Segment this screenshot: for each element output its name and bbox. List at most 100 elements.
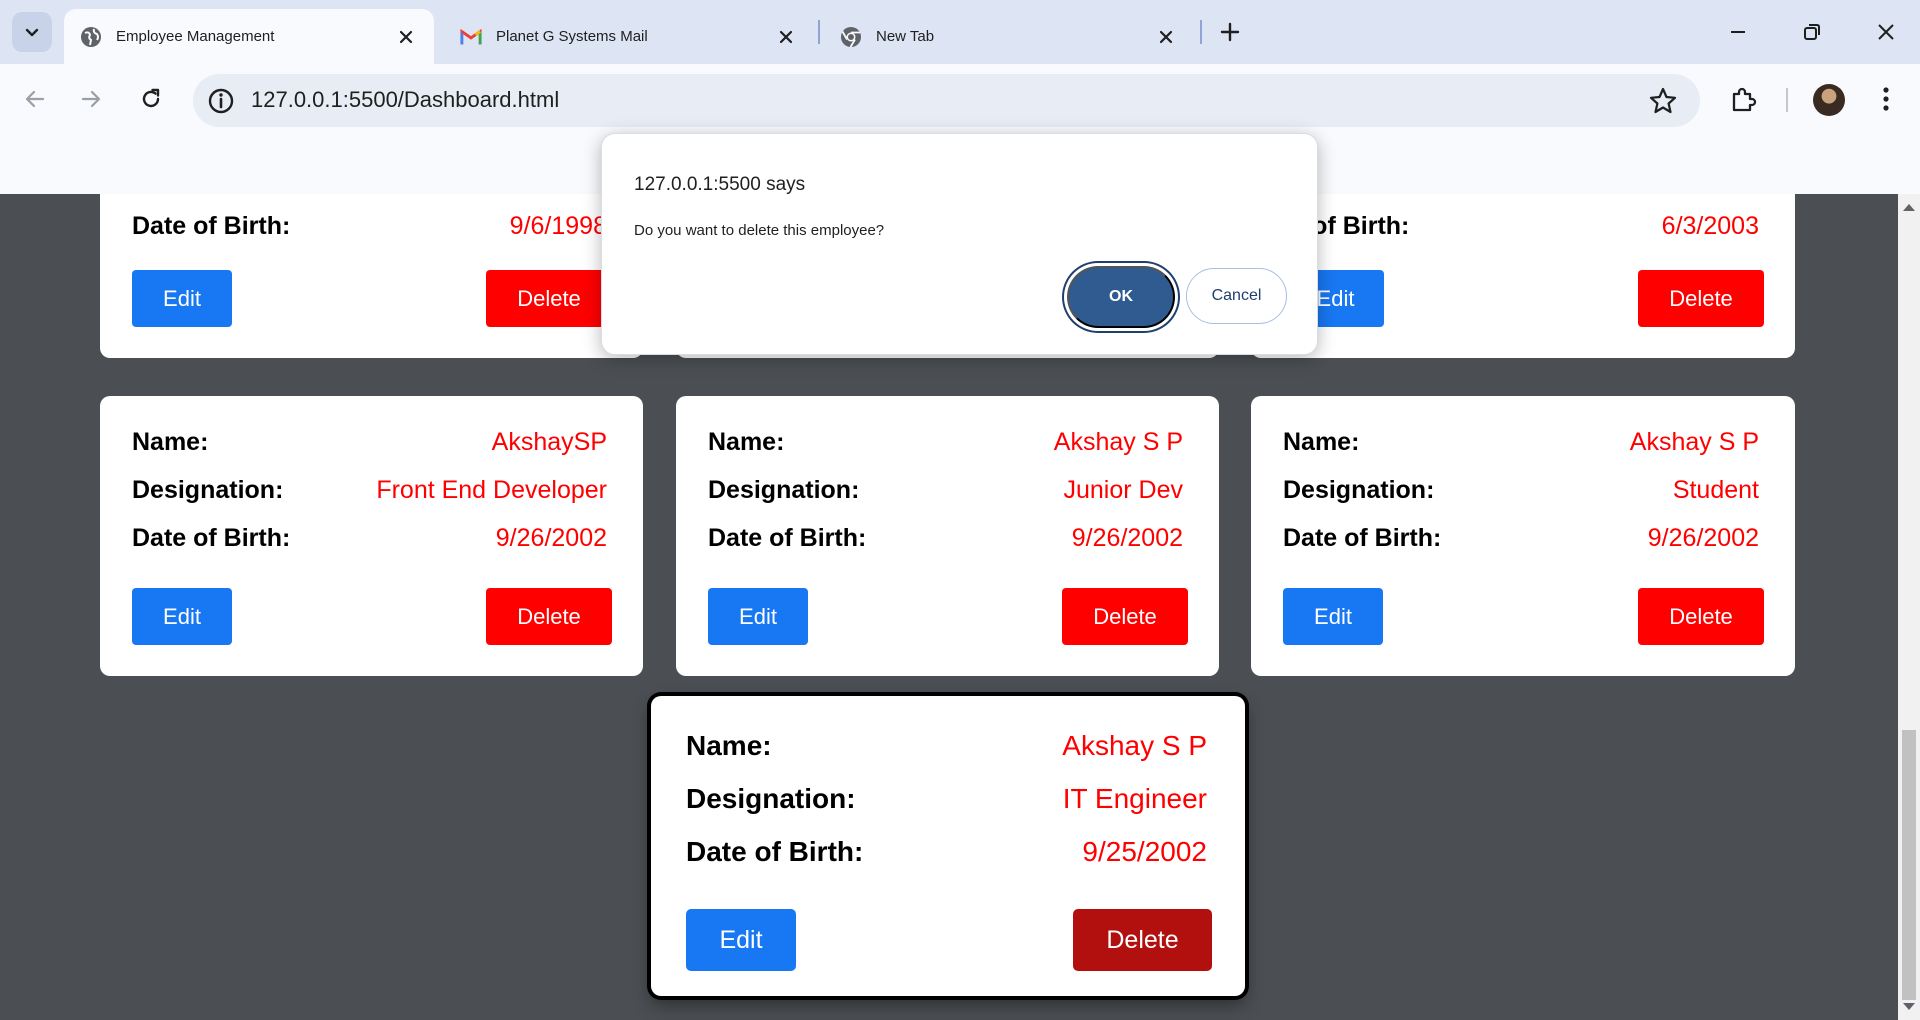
name-value: AkshaySP xyxy=(491,428,607,456)
tab-employee-management[interactable]: Employee Management xyxy=(64,9,434,64)
name-label: Name: xyxy=(132,428,209,456)
dob-row: Date of Birth: 9/26/2002 xyxy=(708,524,1183,553)
browser-toolbar: 127.0.0.1:5500/Dashboard.html xyxy=(0,64,1920,134)
extensions-button[interactable] xyxy=(1724,80,1762,118)
edit-button[interactable]: Edit xyxy=(686,909,796,971)
designation-row: Designation: IT Engineer xyxy=(686,783,1207,815)
name-value: Akshay S P xyxy=(1053,428,1183,456)
edit-button[interactable]: Edit xyxy=(1283,588,1383,645)
dob-value: 9/25/2002 xyxy=(1082,836,1207,867)
dialog-title: 127.0.0.1:5500 says xyxy=(634,174,806,195)
name-row: Name: Akshay S P xyxy=(686,730,1207,762)
name-value: Akshay S P xyxy=(1062,730,1207,761)
edit-button[interactable]: Edit xyxy=(708,588,808,645)
scroll-down-arrow-icon[interactable] xyxy=(1903,1003,1915,1010)
employee-card: te of Birth: 6/3/2003 Edit Delete xyxy=(1251,194,1795,358)
tab-strip: Employee Management Planet G Systems Mai… xyxy=(0,0,1920,64)
employee-card: Name: Akshay S P Designation: Student Da… xyxy=(1251,396,1795,676)
gmail-icon xyxy=(460,26,482,48)
tab-title: Employee Management xyxy=(116,28,275,45)
dob-row: Date of Birth: 9/26/2002 xyxy=(132,524,607,553)
designation-value: Junior Dev xyxy=(1063,476,1184,504)
designation-value: Student xyxy=(1672,476,1759,504)
reload-button[interactable] xyxy=(132,80,170,118)
chrome-icon xyxy=(840,26,862,48)
tab-title: Planet G Systems Mail xyxy=(496,28,648,45)
delete-button[interactable]: Delete xyxy=(1073,909,1212,971)
dob-value: 9/26/2002 xyxy=(1647,524,1759,552)
dialog-message: Do you want to delete this employee? xyxy=(634,222,885,239)
address-bar[interactable]: 127.0.0.1:5500/Dashboard.html xyxy=(193,74,1700,127)
name-label: Name: xyxy=(1283,428,1360,456)
scrollbar-thumb[interactable] xyxy=(1902,730,1916,1000)
forward-button[interactable] xyxy=(72,80,110,118)
tab-separator xyxy=(818,20,820,44)
new-tab-button[interactable] xyxy=(1212,14,1248,50)
reload-icon xyxy=(142,88,160,108)
close-tab-icon[interactable] xyxy=(394,25,418,49)
dob-row: te of Birth: 6/3/2003 xyxy=(1283,212,1759,241)
tab-planet-g-mail[interactable]: Planet G Systems Mail xyxy=(444,9,814,64)
arrow-left-icon xyxy=(25,90,45,108)
designation-row: Designation: Junior Dev xyxy=(708,476,1183,505)
designation-label: Designation: xyxy=(1283,476,1435,504)
ok-button[interactable]: OK xyxy=(1067,266,1175,328)
designation-label: Designation: xyxy=(132,476,284,504)
restore-icon xyxy=(1804,24,1820,40)
dob-row: Date of Birth: 9/26/2002 xyxy=(1283,524,1759,553)
designation-value: IT Engineer xyxy=(1062,783,1207,814)
minimize-button[interactable] xyxy=(1718,14,1758,50)
close-window-button[interactable] xyxy=(1866,14,1906,50)
plus-icon xyxy=(1220,22,1240,42)
designation-row: Designation: Student xyxy=(1283,476,1759,505)
dob-value: 9/6/1998 xyxy=(509,212,607,240)
close-icon xyxy=(1878,24,1894,40)
dob-row: Date of Birth: 9/6/1998 xyxy=(132,212,607,241)
designation-row: Designation: Front End Developer xyxy=(132,476,607,505)
dob-label: Date of Birth: xyxy=(132,524,291,552)
puzzle-icon xyxy=(1732,87,1757,112)
close-tab-icon[interactable] xyxy=(774,25,798,49)
delete-button[interactable]: Delete xyxy=(486,270,612,327)
delete-button[interactable]: Delete xyxy=(1638,270,1764,327)
page-scrollbar[interactable] xyxy=(1898,194,1920,1020)
back-button[interactable] xyxy=(16,80,54,118)
dob-label: Date of Birth: xyxy=(1283,524,1442,552)
edit-button[interactable]: Edit xyxy=(132,270,232,327)
cancel-button[interactable]: Cancel xyxy=(1186,268,1287,324)
menu-button[interactable] xyxy=(1867,80,1905,118)
toolbar-separator xyxy=(1786,88,1788,112)
employee-card: Name: Akshay S P Designation: Junior Dev… xyxy=(676,396,1219,676)
minimize-icon xyxy=(1731,31,1745,33)
dob-value: 9/26/2002 xyxy=(1071,524,1183,552)
employee-card: Date of Birth: 9/6/1998 Edit Delete xyxy=(100,194,643,358)
arrow-right-icon xyxy=(81,90,101,108)
employee-card-focused: Name: Akshay S P Designation: IT Enginee… xyxy=(651,696,1245,996)
edit-button[interactable]: Edit xyxy=(132,588,232,645)
tab-search-button[interactable] xyxy=(12,12,52,52)
name-row: Name: Akshay S P xyxy=(708,428,1183,457)
designation-value: Front End Developer xyxy=(376,476,607,504)
name-row: Name: Akshay S P xyxy=(1283,428,1759,457)
designation-label: Designation: xyxy=(708,476,860,504)
restore-button[interactable] xyxy=(1792,14,1832,50)
site-info-icon[interactable] xyxy=(207,87,235,115)
confirm-dialog: 127.0.0.1:5500 says Do you want to delet… xyxy=(601,133,1318,355)
tab-new-tab[interactable]: New Tab xyxy=(824,9,1194,64)
bookmark-star-icon[interactable] xyxy=(1648,86,1678,116)
delete-button[interactable]: Delete xyxy=(1638,588,1764,645)
tab-title: New Tab xyxy=(876,28,935,45)
close-tab-icon[interactable] xyxy=(1154,25,1178,49)
dob-label: Date of Birth: xyxy=(686,836,864,867)
dob-value: 6/3/2003 xyxy=(1661,212,1759,240)
scroll-up-arrow-icon[interactable] xyxy=(1903,204,1915,211)
dob-value: 9/26/2002 xyxy=(495,524,607,552)
name-value: Akshay S P xyxy=(1629,428,1759,456)
delete-button[interactable]: Delete xyxy=(486,588,612,645)
profile-avatar[interactable] xyxy=(1813,84,1845,116)
dob-label: Date of Birth: xyxy=(132,212,291,240)
url-text[interactable]: 127.0.0.1:5500/Dashboard.html xyxy=(251,87,559,113)
chevron-down-icon xyxy=(25,28,39,37)
delete-button[interactable]: Delete xyxy=(1062,588,1188,645)
kebab-menu-icon xyxy=(1883,87,1889,111)
